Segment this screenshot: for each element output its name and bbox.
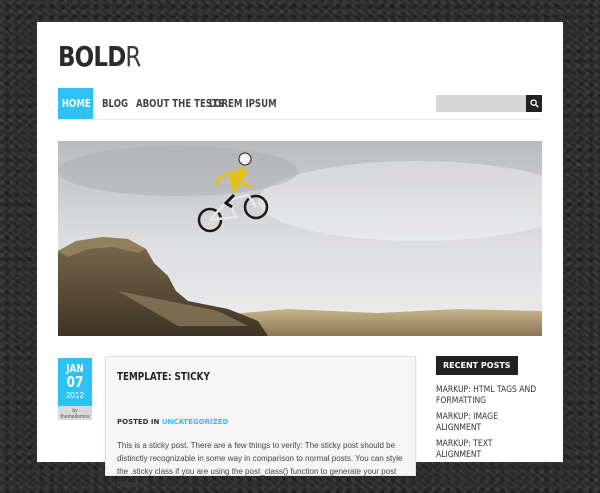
recent-post-link[interactable]: MARKUP: TITLE WITH SPECIAL [436,466,540,488]
post-author-box: by themedemos [58,406,92,420]
post-title[interactable]: TEMPLATE: STICKY [117,370,210,383]
recent-posts-list: MARKUP: HTML TAGS AND FORMATTING MARKUP:… [436,385,546,493]
search-form [436,95,542,112]
site-logo[interactable]: BOLDR [58,40,141,73]
recent-post-link[interactable]: MARKUP: HTML TAGS AND FORMATTING [436,385,540,407]
post-meta: POSTED IN UNCATEGORIZED [117,418,228,426]
nav-item-blog[interactable]: BLOG [102,88,128,119]
nav-item-lorem-ipsum[interactable]: LOREM IPSUM [209,88,277,119]
logo-bold-text: BOLD [58,40,126,73]
hero-photo-mountain-biker [58,141,542,336]
recent-posts-widget-title: RECENT POSTS [436,356,518,375]
recent-post-link[interactable]: MARKUP: TEXT ALIGNMENT [436,439,540,461]
post-date-badge: JAN 07 2012 by themedemos [58,358,92,420]
search-button[interactable] [526,95,542,112]
search-input[interactable] [436,95,526,112]
post-excerpt: This is a sticky post. There are a few t… [117,441,403,489]
nav-item-home-label: HOME [61,97,91,110]
post-meta-prefix: POSTED IN [117,418,160,426]
logo-light-text: R [125,40,141,73]
hero-image [58,141,542,336]
header-divider [58,119,542,120]
main-navigation: HOME BLOG ABOUT THE TESTS LOREM IPSUM [58,88,542,119]
date-day: 07 [66,373,84,391]
post-category-link[interactable]: UNCATEGORIZED [162,418,228,426]
nav-item-home[interactable]: HOME [58,88,93,119]
sticky-post-card: TEMPLATE: STICKY POSTED IN UNCATEGORIZED… [105,356,416,489]
recent-post-link[interactable]: MARKUP: IMAGE ALIGNMENT [436,412,540,434]
date-year: 2012 [66,391,84,400]
search-icon [529,99,539,108]
author-name[interactable]: themedemos [58,414,92,420]
page-container: BOLDR HOME BLOG ABOUT THE TESTS LOREM IP… [37,22,563,489]
date-box: JAN 07 2012 [58,358,92,406]
